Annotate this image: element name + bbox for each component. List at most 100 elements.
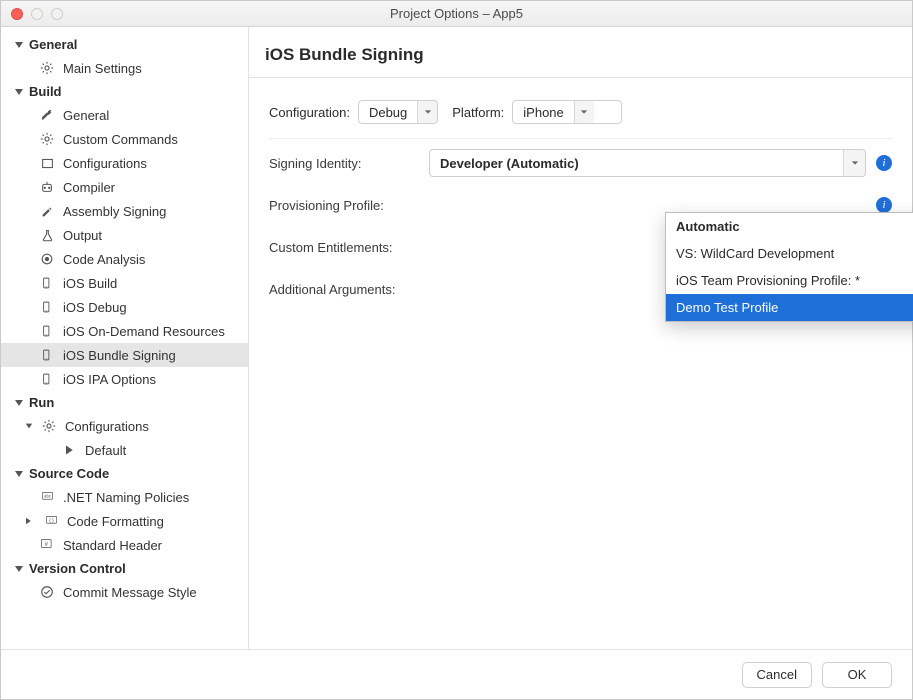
chevron-down-icon (417, 101, 437, 123)
gear-icon (41, 418, 57, 434)
flask-icon (39, 227, 55, 243)
sidebar-item-configurations[interactable]: Configurations (1, 151, 248, 175)
sidebar-item-label: iOS Debug (63, 300, 127, 315)
chevron-down-icon (26, 424, 32, 429)
sidebar-item-output[interactable]: Output (1, 223, 248, 247)
section-label: General (29, 37, 77, 52)
check-icon (39, 584, 55, 600)
cancel-button[interactable]: Cancel (742, 662, 812, 688)
sidebar-item-label: Standard Header (63, 538, 162, 553)
sidebar-item-run-default[interactable]: Default (1, 438, 248, 462)
phone-icon (39, 347, 55, 363)
dropdown-option[interactable]: VS: WildCard Development (666, 240, 913, 267)
platform-select[interactable]: iPhone (512, 100, 622, 124)
info-icon[interactable]: i (876, 155, 892, 171)
section-run[interactable]: Run (1, 391, 248, 414)
config-platform-row: Configuration: Debug Platform: iPhone (269, 92, 892, 139)
sidebar-item-label: General (63, 108, 109, 123)
sidebar-item-compiler[interactable]: Compiler (1, 175, 248, 199)
abc-icon: abc (39, 489, 55, 505)
sidebar: General Main Settings Build General Cust… (1, 27, 249, 649)
sidebar-item-ios-ondemand[interactable]: iOS On-Demand Resources (1, 319, 248, 343)
titlebar: Project Options – App5 (1, 1, 912, 27)
hammer-icon (39, 107, 55, 123)
sidebar-item-label: iOS Bundle Signing (63, 348, 176, 363)
chevron-down-icon (15, 400, 23, 406)
phone-icon (39, 371, 55, 387)
section-version-control[interactable]: Version Control (1, 557, 248, 580)
chevron-down-icon (15, 42, 23, 48)
dropdown-option[interactable]: Demo Test Profile (666, 294, 913, 321)
sidebar-item-label: Configurations (65, 419, 149, 434)
provisioning-profile-dropdown[interactable]: Automatic VS: WildCard Development iOS T… (665, 212, 913, 322)
signing-identity-value: Developer (Automatic) (440, 156, 579, 171)
sidebar-item-build-general[interactable]: General (1, 103, 248, 127)
ok-button[interactable]: OK (822, 662, 892, 688)
target-icon (39, 251, 55, 267)
phone-icon (39, 299, 55, 315)
dropdown-option[interactable]: iOS Team Provisioning Profile: * (666, 267, 913, 294)
dropdown-option[interactable]: Automatic (666, 213, 913, 240)
sidebar-item-label: Default (85, 443, 126, 458)
platform-label: Platform: (452, 105, 504, 120)
sidebar-item-label: Code Formatting (67, 514, 164, 529)
sidebar-item-ios-build[interactable]: iOS Build (1, 271, 248, 295)
custom-entitlements-label: Custom Entitlements: (269, 240, 419, 255)
sidebar-item-commit-style[interactable]: Commit Message Style (1, 580, 248, 604)
phone-icon (39, 275, 55, 291)
gear-icon (39, 60, 55, 76)
sidebar-item-ios-debug[interactable]: iOS Debug (1, 295, 248, 319)
svg-text:abc: abc (44, 493, 51, 498)
sidebar-item-ios-ipa[interactable]: iOS IPA Options (1, 367, 248, 391)
section-source-code[interactable]: Source Code (1, 462, 248, 485)
chevron-down-icon (574, 101, 594, 123)
close-window-button[interactable] (11, 8, 23, 20)
sidebar-item-run-configurations[interactable]: Configurations (1, 414, 248, 438)
chevron-down-icon (15, 89, 23, 95)
sidebar-item-label: Commit Message Style (63, 585, 197, 600)
gear-icon (39, 131, 55, 147)
hash-icon: # (39, 537, 55, 553)
chevron-right-icon (26, 518, 34, 524)
panel-heading: iOS Bundle Signing (249, 27, 912, 78)
phone-icon (39, 323, 55, 339)
sidebar-item-label: .NET Naming Policies (63, 490, 189, 505)
additional-arguments-label: Additional Arguments: (269, 282, 419, 297)
svg-text:{}: {} (48, 517, 54, 523)
minimize-window-button[interactable] (31, 8, 43, 20)
signing-identity-row: Signing Identity: Developer (Automatic) … (269, 139, 892, 187)
window-title: Project Options – App5 (1, 6, 912, 21)
zoom-window-button[interactable] (51, 8, 63, 20)
box-icon (39, 155, 55, 171)
signing-identity-label: Signing Identity: (269, 156, 419, 171)
section-general[interactable]: General (1, 33, 248, 56)
chevron-down-icon (15, 471, 23, 477)
info-icon[interactable]: i (876, 197, 892, 213)
main-panel: iOS Bundle Signing Configuration: Debug … (249, 27, 912, 649)
sidebar-item-label: Main Settings (63, 61, 142, 76)
sidebar-item-label: iOS Build (63, 276, 117, 291)
sidebar-item-assembly-signing[interactable]: Assembly Signing (1, 199, 248, 223)
sidebar-item-label: iOS IPA Options (63, 372, 156, 387)
configuration-label: Configuration: (269, 105, 350, 120)
platform-value: iPhone (513, 105, 573, 120)
pen-icon (39, 203, 55, 219)
sidebar-item-standard-header[interactable]: # Standard Header (1, 533, 248, 557)
brackets-icon: {} (43, 513, 59, 529)
dialog-footer: Cancel OK (1, 649, 912, 699)
signing-identity-select[interactable]: Developer (Automatic) (429, 149, 866, 177)
sidebar-item-code-formatting[interactable]: {} Code Formatting (1, 509, 248, 533)
sidebar-item-custom-commands[interactable]: Custom Commands (1, 127, 248, 151)
sidebar-item-code-analysis[interactable]: Code Analysis (1, 247, 248, 271)
chevron-down-icon (843, 150, 865, 176)
sidebar-item-label: Configurations (63, 156, 147, 171)
sidebar-item-ios-bundle-signing[interactable]: iOS Bundle Signing (1, 343, 248, 367)
section-label: Run (29, 395, 54, 410)
sidebar-item-naming-policies[interactable]: abc .NET Naming Policies (1, 485, 248, 509)
play-icon (61, 442, 77, 458)
section-build[interactable]: Build (1, 80, 248, 103)
chevron-down-icon (15, 566, 23, 572)
section-label: Source Code (29, 466, 109, 481)
configuration-select[interactable]: Debug (358, 100, 438, 124)
sidebar-item-main-settings[interactable]: Main Settings (1, 56, 248, 80)
